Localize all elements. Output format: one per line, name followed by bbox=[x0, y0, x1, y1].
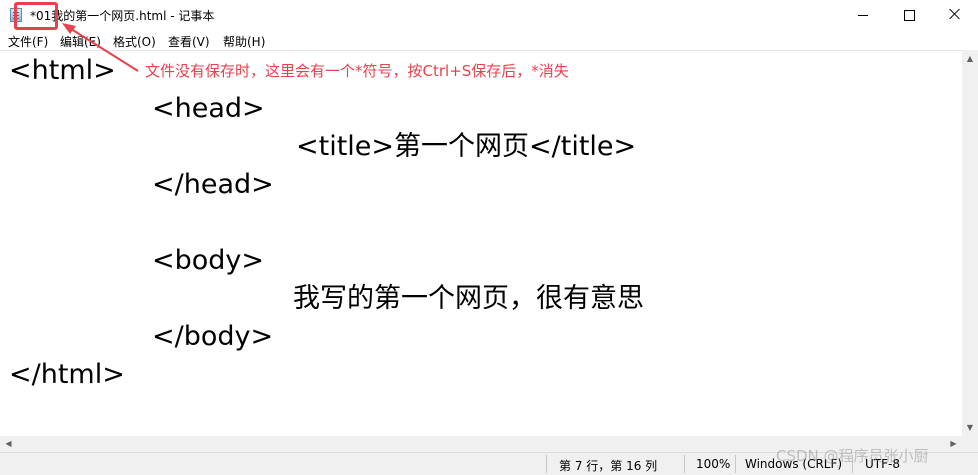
menu-file[interactable]: 文件(F) bbox=[8, 33, 48, 50]
maximize-icon bbox=[904, 10, 915, 21]
scrollbar-corner bbox=[962, 436, 978, 452]
code-line: <head> bbox=[152, 93, 265, 124]
vertical-scrollbar[interactable]: ▲ ▼ bbox=[962, 50, 978, 452]
code-line: 我写的第一个网页，很有意思 bbox=[293, 283, 644, 314]
close-button[interactable] bbox=[932, 0, 978, 30]
annotation-highlight-box bbox=[14, 2, 58, 30]
code-line: </body> bbox=[152, 321, 274, 352]
code-line: <title>第一个网页</title> bbox=[296, 131, 637, 162]
code-line: </head> bbox=[152, 169, 274, 200]
menu-bar: 文件(F) 编辑(E) 格式(O) 查看(V) 帮助(H) bbox=[0, 30, 978, 50]
status-separator bbox=[684, 455, 685, 473]
title-bar[interactable]: *01我的第一个网页.html - 记事本 bbox=[0, 0, 978, 30]
close-icon bbox=[949, 8, 961, 20]
status-separator bbox=[735, 455, 736, 473]
arrow-right-icon[interactable]: ▶ bbox=[945, 436, 962, 452]
minimize-button[interactable] bbox=[840, 0, 886, 30]
status-separator bbox=[546, 455, 547, 473]
code-line: <body> bbox=[152, 245, 265, 276]
menu-view[interactable]: 查看(V) bbox=[168, 33, 210, 50]
menu-edit[interactable]: 编辑(E) bbox=[60, 33, 101, 50]
watermark: CSDN @程序员张小厨 bbox=[776, 447, 929, 465]
maximize-button[interactable] bbox=[886, 0, 932, 30]
menu-format[interactable]: 格式(O) bbox=[113, 33, 156, 50]
notepad-window: *01我的第一个网页.html - 记事本 文件(F) 编辑(E) 格式(O) … bbox=[0, 0, 978, 475]
status-position: 第 7 行，第 16 列 bbox=[559, 459, 658, 473]
text-editor[interactable]: <html> <head> <title>第一个网页</title> </hea… bbox=[0, 50, 962, 436]
annotation-text: 文件没有保存时，这里会有一个*符号，按Ctrl+S保存后，*消失 bbox=[145, 62, 569, 80]
code-line: <html> bbox=[9, 55, 116, 86]
status-zoom: 100% bbox=[696, 457, 731, 471]
arrow-up-icon[interactable]: ▲ bbox=[962, 50, 978, 67]
arrow-left-icon[interactable]: ◀ bbox=[0, 436, 17, 452]
arrow-down-icon[interactable]: ▼ bbox=[962, 419, 978, 436]
minimize-icon bbox=[858, 15, 868, 16]
menu-help[interactable]: 帮助(H) bbox=[223, 33, 265, 50]
code-line: </html> bbox=[9, 359, 125, 390]
